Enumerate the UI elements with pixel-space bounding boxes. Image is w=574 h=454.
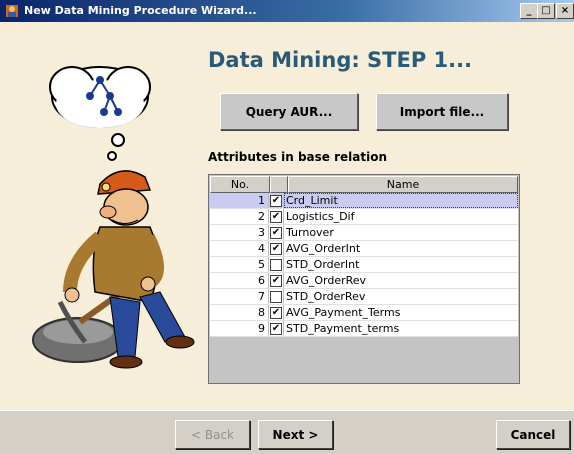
row-number: 8 bbox=[258, 306, 265, 319]
row-number: 5 bbox=[258, 258, 265, 271]
table-row[interactable]: 6 ✔ AVG_OrderRev bbox=[210, 273, 518, 289]
row-number: 3 bbox=[258, 226, 265, 239]
import-file-button[interactable]: Import file... bbox=[376, 93, 508, 130]
row-number: 1 bbox=[258, 194, 265, 207]
row-checkbox[interactable]: ✔ bbox=[270, 211, 282, 223]
row-name: AVG_OrderInt bbox=[286, 242, 361, 255]
table-row[interactable]: 4 ✔ AVG_OrderInt bbox=[210, 241, 518, 257]
row-number: 9 bbox=[258, 322, 265, 335]
row-checkbox[interactable]: ✔ bbox=[270, 307, 282, 319]
row-name: AVG_Payment_Terms bbox=[286, 306, 401, 319]
table-row[interactable]: 3 ✔ Turnover bbox=[210, 225, 518, 241]
row-number: 7 bbox=[258, 290, 265, 303]
maximize-button[interactable]: □ bbox=[537, 3, 555, 19]
table-row[interactable]: 9 ✔ STD_Payment_terms bbox=[210, 321, 518, 337]
row-number: 2 bbox=[258, 210, 265, 223]
row-name: Logistics_Dif bbox=[286, 210, 355, 223]
table-row[interactable]: 1 ✔ Crd_Limit bbox=[210, 193, 518, 209]
column-header-no[interactable]: No. bbox=[210, 176, 270, 193]
row-checkbox[interactable] bbox=[270, 259, 282, 271]
table-body: 1 ✔ Crd_Limit 2 ✔ Logistics_Dif 3 ✔ Turn… bbox=[210, 193, 518, 337]
row-name: STD_OrderInt bbox=[286, 258, 360, 271]
button-bar: < Back Next > Cancel bbox=[0, 410, 574, 454]
back-button[interactable]: < Back bbox=[175, 420, 250, 449]
row-name: Turnover bbox=[286, 226, 334, 239]
window-title: New Data Mining Procedure Wizard... bbox=[24, 4, 257, 17]
cancel-button[interactable]: Cancel bbox=[496, 420, 570, 449]
attributes-table: No. Name 1 ✔ Crd_Limit 2 ✔ Logistics_Dif… bbox=[208, 174, 520, 384]
wizard-window: New Data Mining Procedure Wizard... _ □ … bbox=[0, 0, 574, 454]
column-header-name[interactable]: Name bbox=[288, 176, 518, 193]
row-checkbox[interactable]: ✔ bbox=[270, 227, 282, 239]
close-button[interactable]: × bbox=[556, 3, 574, 19]
minimize-button[interactable]: _ bbox=[520, 3, 538, 19]
page-title: Data Mining: STEP 1... bbox=[208, 48, 473, 72]
row-name: Crd_Limit bbox=[286, 194, 338, 207]
table-row[interactable]: 2 ✔ Logistics_Dif bbox=[210, 209, 518, 225]
attributes-label: Attributes in base relation bbox=[208, 150, 388, 164]
table-row[interactable]: 5 STD_OrderInt bbox=[210, 257, 518, 273]
table-row[interactable]: 7 STD_OrderRev bbox=[210, 289, 518, 305]
miner-app-icon bbox=[6, 5, 18, 17]
next-button[interactable]: Next > bbox=[258, 420, 333, 449]
row-number: 6 bbox=[258, 274, 265, 287]
row-name: STD_OrderRev bbox=[286, 290, 366, 303]
row-name: STD_Payment_terms bbox=[286, 322, 400, 335]
query-aur-button[interactable]: Query AUR... bbox=[220, 93, 358, 130]
table-row[interactable]: 8 ✔ AVG_Payment_Terms bbox=[210, 305, 518, 321]
title-bar[interactable]: New Data Mining Procedure Wizard... _ □ … bbox=[0, 0, 574, 22]
row-number: 4 bbox=[258, 242, 265, 255]
column-header-check[interactable] bbox=[270, 176, 288, 193]
row-checkbox[interactable]: ✔ bbox=[270, 195, 282, 207]
miner-pickaxe-illustration bbox=[32, 66, 195, 369]
row-name: AVG_OrderRev bbox=[286, 274, 367, 287]
row-checkbox[interactable]: ✔ bbox=[270, 275, 282, 287]
row-checkbox[interactable]: ✔ bbox=[270, 323, 282, 335]
row-checkbox[interactable] bbox=[270, 291, 282, 303]
row-checkbox[interactable]: ✔ bbox=[270, 243, 282, 255]
table-header: No. Name bbox=[210, 176, 518, 193]
